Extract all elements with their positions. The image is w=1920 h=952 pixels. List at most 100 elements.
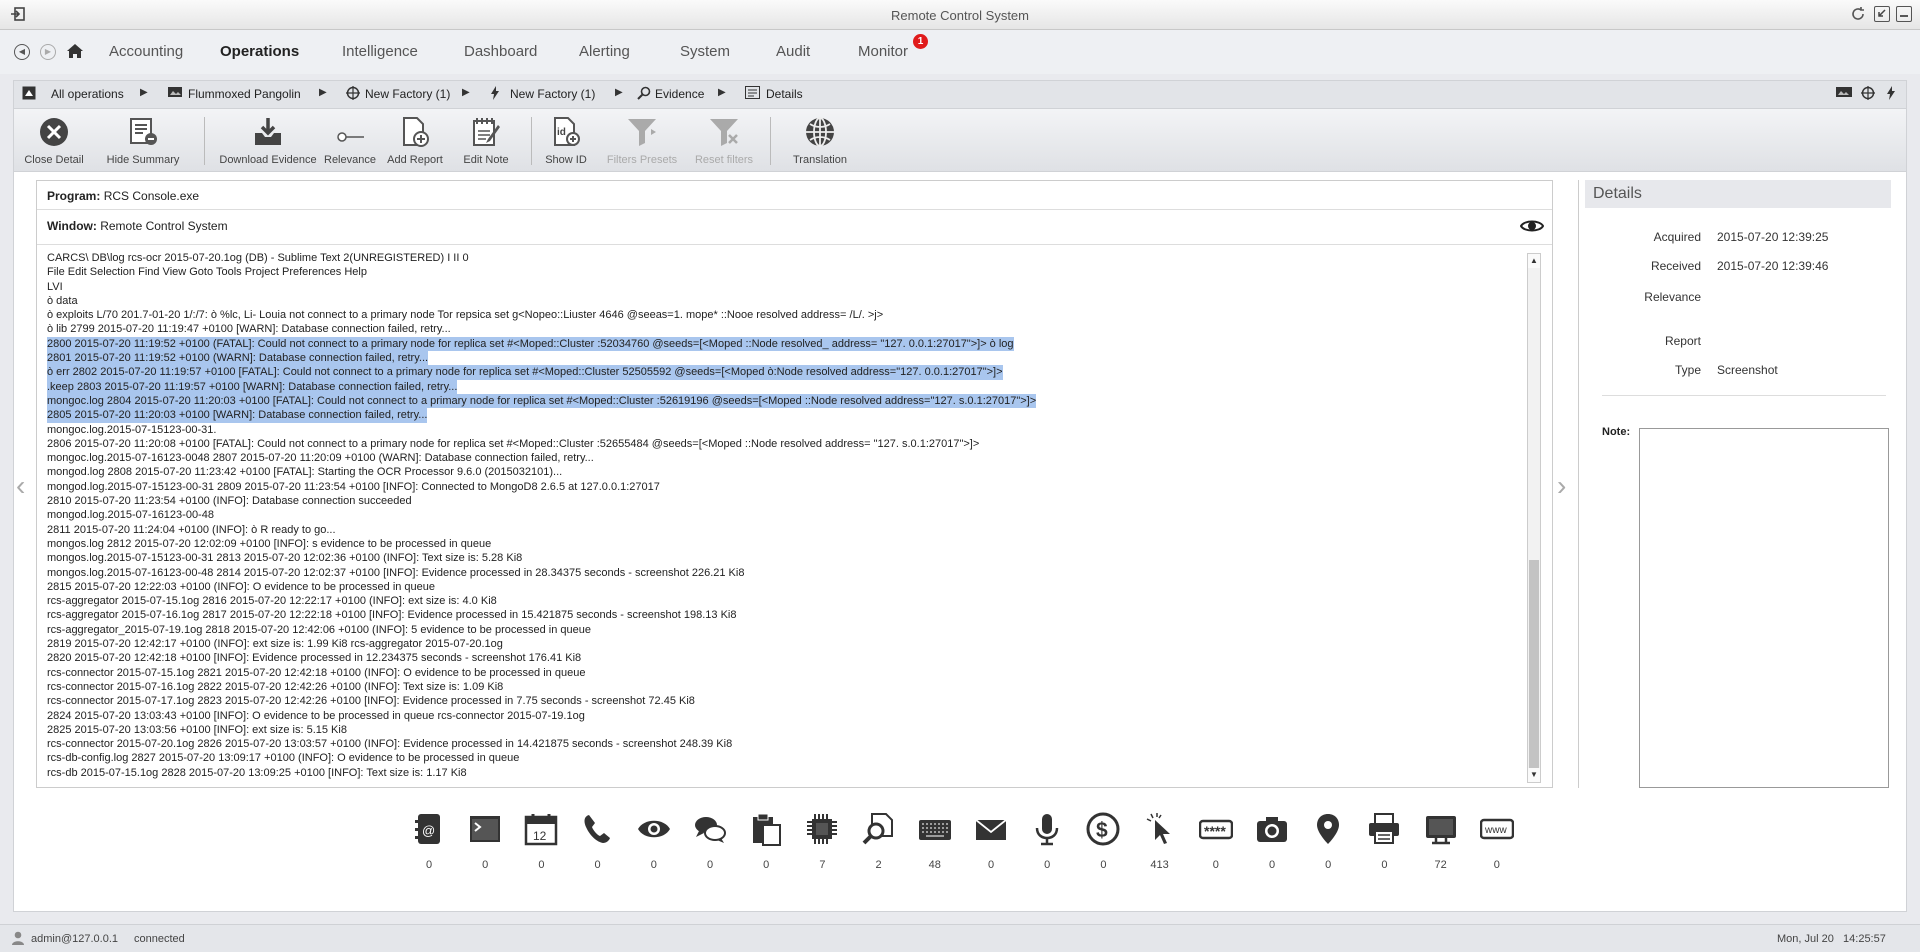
nav-operations[interactable]: Operations (220, 43, 299, 60)
previous-evidence-arrow[interactable]: ‹ (16, 470, 25, 502)
scroll-up-arrow-icon[interactable]: ▲ (1528, 254, 1540, 268)
evidence-type-url[interactable]: www 0 (1477, 812, 1517, 871)
evidence-type-microphone[interactable]: 0 (1027, 812, 1067, 871)
evidence-type-money[interactable]: $0 (1083, 812, 1123, 871)
evidence-type-screenshot[interactable]: 72 (1421, 812, 1461, 871)
eye-icon (637, 820, 670, 838)
target-shortcut-icon[interactable] (1861, 86, 1875, 103)
home-icon[interactable] (66, 43, 84, 59)
evidence-type-mouse-click[interactable]: 413 (1140, 812, 1180, 871)
refresh-icon[interactable] (1850, 6, 1866, 22)
evidence-type-keyboard[interactable]: 48 (915, 812, 955, 871)
breadcrumb-target[interactable]: New Factory (1) (365, 87, 450, 101)
breadcrumb-evidence[interactable]: Evidence (655, 87, 704, 101)
filters-presets-button[interactable]: Filters Presets (602, 109, 682, 173)
minimize-window-icon[interactable] (1896, 6, 1912, 22)
evidence-type-count: 72 (1434, 859, 1447, 871)
evidence-type-count: 0 (650, 859, 657, 871)
close-detail-button[interactable]: Close Detail (24, 109, 84, 173)
eye-icon[interactable] (1519, 217, 1545, 235)
breadcrumb: All operations ▶ Flummoxed Pangolin ▶ Ne… (13, 80, 1907, 108)
ocr-text-line: ò exploits L/70 201.7-01-20 1/:/7: ò %lc… (47, 309, 884, 322)
details-title: Details (1585, 180, 1891, 208)
breadcrumb-agent[interactable]: New Factory (1) (510, 87, 595, 101)
show-id-button[interactable]: id Show ID (536, 109, 596, 173)
evidence-type-calendar[interactable]: 12 0 (521, 812, 561, 871)
nav-audit[interactable]: Audit (776, 43, 810, 60)
evidence-type-chip[interactable]: 7 (802, 812, 842, 871)
received-label: Received (1650, 259, 1701, 273)
evidence-type-chat[interactable]: 0 (690, 812, 730, 871)
scroll-thumb[interactable] (1529, 560, 1539, 768)
edit-note-button[interactable]: Edit Note (454, 109, 518, 173)
forward-button[interactable]: ▶ (40, 44, 56, 60)
ocr-text-line: 2825 2015-07-20 13:03:56 +0100 [INFO]: e… (47, 723, 347, 736)
restore-window-icon[interactable] (1874, 6, 1890, 22)
evidence-type-file-search[interactable]: 2 (859, 812, 899, 871)
back-button[interactable]: ◀ (14, 44, 30, 60)
ocr-text-line: 2819 2015-07-20 12:42:17 +0100 (INFO]: e… (47, 638, 503, 651)
add-report-button[interactable]: Add Report (382, 109, 448, 173)
ocr-text-area[interactable]: CARCS\ DB\log rcs-ocr 2015-07-20.1og (DB… (37, 251, 1532, 781)
scroll-down-arrow-icon[interactable]: ▼ (1528, 768, 1540, 782)
evidence-type-phone[interactable]: 0 (578, 812, 618, 871)
status-clock: Mon, Jul 20 14:25:57 (1777, 933, 1886, 945)
evidence-type-count: 0 (1381, 859, 1388, 871)
evidence-type-terminal[interactable]: 0 (465, 812, 505, 871)
evidence-type-count: 0 (1044, 859, 1051, 871)
ocr-text-line: CARCS\ DB\log rcs-ocr 2015-07-20.1og (DB… (47, 252, 469, 264)
svg-text:www: www (1484, 825, 1507, 836)
add-report-label: Add Report (387, 154, 443, 166)
operation-shortcut-icon[interactable] (1836, 86, 1852, 101)
file-search-icon (862, 813, 893, 845)
type-value: Screenshot (1717, 363, 1778, 377)
evidence-type-eye[interactable]: 0 (634, 812, 674, 871)
nav-monitor[interactable]: Monitor (858, 43, 908, 60)
ocr-text-line: mongoc.log 2804 2015-07-20 11:20:03 +010… (47, 393, 1037, 409)
evidence-type-addressbook[interactable]: @0 (409, 812, 449, 871)
location-icon (1317, 814, 1340, 844)
nav-intelligence[interactable]: Intelligence (342, 43, 418, 60)
evidence-type-count: 0 (987, 859, 995, 871)
toolbar-divider (204, 117, 205, 165)
ocr-scrollbar[interactable]: ▲ ▼ (1527, 253, 1541, 783)
toolbar: Close Detail Hide Summary Download Evide… (13, 108, 1907, 172)
next-evidence-arrow[interactable]: › (1557, 470, 1566, 502)
download-evidence-button[interactable]: Download Evidence (218, 109, 318, 173)
evidence-type-password[interactable]: **** 0 (1196, 812, 1236, 871)
nav-alerting[interactable]: Alerting (579, 43, 630, 60)
ocr-text-line: mongoc.log.2015-07-16123-0048 2807 2015-… (47, 452, 594, 465)
microphone-icon (1035, 814, 1059, 846)
note-label: Note: (1602, 426, 1631, 438)
reset-filters-button[interactable]: Reset filters (684, 109, 764, 173)
translation-button[interactable]: Translation (782, 109, 858, 173)
evidence-type-location[interactable]: 0 (1308, 812, 1348, 871)
note-textarea[interactable] (1639, 428, 1889, 788)
agent-shortcut-icon[interactable] (1886, 86, 1896, 103)
evidence-type-clipboard[interactable]: 0 (746, 812, 786, 871)
evidence-type-camera[interactable]: 0 (1252, 812, 1292, 871)
nav-accounting[interactable]: Accounting (109, 43, 183, 60)
nav-dashboard[interactable]: Dashboard (464, 43, 537, 60)
relevance-slider[interactable]: Relevance (320, 109, 380, 173)
breadcrumb-details: Details (766, 87, 803, 101)
relevance-slider-icon (337, 132, 364, 142)
breadcrumb-all-operations[interactable]: All operations (51, 87, 124, 101)
nav-system[interactable]: System (680, 43, 730, 60)
evidence-type-printer[interactable]: 0 (1364, 812, 1404, 871)
toolbar-divider (770, 117, 771, 165)
acquired-label: Acquired (1653, 230, 1701, 244)
toolbar-divider (531, 117, 532, 165)
breadcrumb-operation[interactable]: Flummoxed Pangolin (188, 87, 301, 101)
camera-icon (1257, 817, 1287, 842)
evidence-type-mail[interactable]: 0 (971, 812, 1011, 871)
evidence-type-count: 7 (819, 859, 826, 871)
hide-summary-button[interactable]: Hide Summary (106, 109, 180, 173)
breadcrumb-separator-icon: ▶ (462, 87, 470, 98)
evidence-type-count: 0 (482, 859, 489, 871)
program-row: Program: RCS Console.exe (47, 189, 199, 203)
evidence-type-count: 0 (706, 859, 714, 871)
show-id-label: Show ID (545, 154, 587, 166)
ocr-text-line: 2800 2015-07-20 11:19:52 +0100 (FATAL]: … (47, 336, 1014, 352)
ocr-text-line: 2810 2015-07-20 11:23:54 +0100 (INFO]: D… (47, 495, 412, 508)
